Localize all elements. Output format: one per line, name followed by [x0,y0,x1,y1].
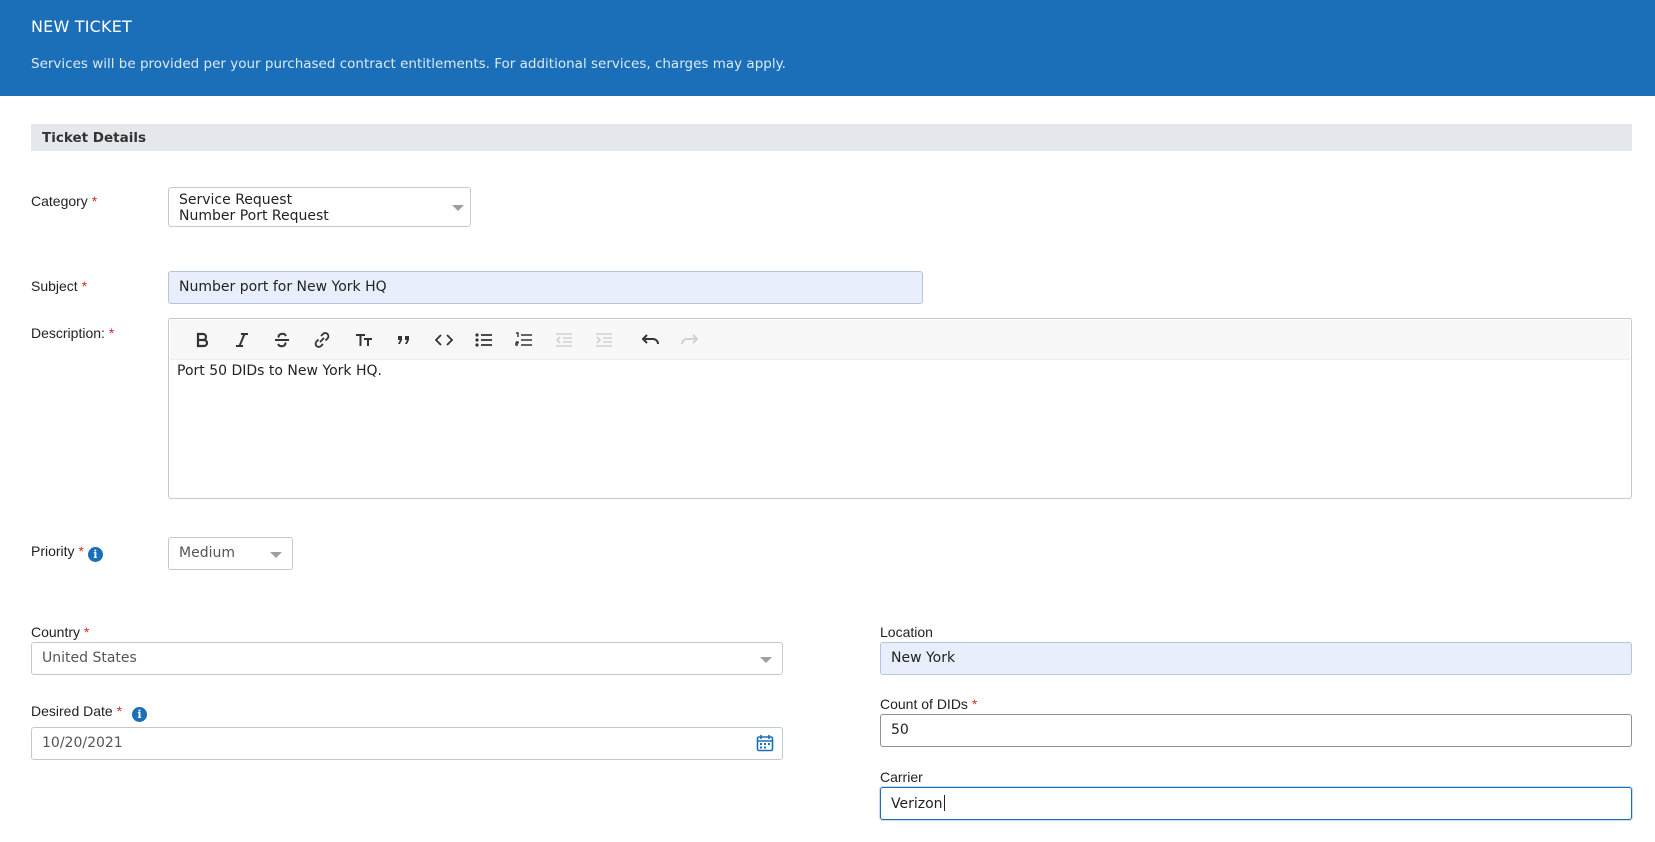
desired-date-label-text: Desired Date [31,703,113,719]
italic-icon[interactable] [229,328,255,352]
location-label: Location [880,624,933,640]
info-icon[interactable]: i [131,707,147,722]
count-dids-label: Count of DIDs * [880,696,977,712]
editor-toolbar [170,320,1630,360]
chevron-down-icon [270,552,282,558]
numbered-list-icon[interactable] [511,328,537,352]
desired-date-value: 10/20/2021 [42,735,123,751]
indent-icon [591,328,617,352]
code-icon[interactable] [431,328,457,352]
info-icon[interactable]: i [87,547,103,562]
subject-value: Number port for New York HQ [179,279,387,295]
carrier-label: Carrier [880,769,923,785]
description-value: Port 50 DIDs to New York HQ. [177,363,382,379]
required-mark: * [116,703,123,719]
page-title: NEW TICKET [31,17,133,36]
required-mark: * [108,325,115,341]
page-header: NEW TICKET Services will be provided per… [0,0,1655,96]
priority-select[interactable]: Medium [168,537,293,570]
link-icon[interactable] [309,328,335,352]
required-mark: * [83,624,90,640]
required-mark: * [78,543,84,559]
priority-value: Medium [179,545,235,561]
category-label-text: Category [31,193,88,209]
category-value-line2: Number Port Request [179,208,329,224]
desired-date-label: Desired Date * i [31,703,147,722]
bullet-list-icon[interactable] [471,328,497,352]
subject-input[interactable]: Number port for New York HQ [168,271,923,304]
page-subtitle: Services will be provided per your purch… [31,56,786,72]
text-cursor [943,795,945,811]
subject-label: Subject * [31,278,87,294]
bold-icon[interactable] [189,328,215,352]
count-dids-input[interactable]: 50 [880,714,1632,747]
required-mark: * [91,193,98,209]
location-input[interactable]: New York [880,642,1632,675]
outdent-icon [551,328,577,352]
required-mark: * [81,278,88,294]
category-label: Category * [31,193,97,209]
country-label-text: Country [31,624,81,640]
country-select[interactable]: United States [31,642,783,675]
carrier-input[interactable]: Verizon [880,787,1632,820]
chevron-down-icon [452,205,464,211]
subject-label-text: Subject [31,278,78,294]
description-label-text: Description: [31,325,105,341]
section-header-ticket-details: Ticket Details [31,124,1632,151]
carrier-value-wrap: Verizon [891,795,945,812]
required-mark: * [971,696,978,712]
location-label-text: Location [880,624,933,640]
chevron-down-icon [760,657,772,663]
category-select[interactable]: Service Request Number Port Request [168,187,471,227]
quote-icon[interactable] [391,328,417,352]
description-editor[interactable]: Port 50 DIDs to New York HQ. [168,318,1632,499]
calendar-icon[interactable] [756,734,774,752]
undo-icon[interactable] [637,328,663,352]
priority-label-text: Priority [31,543,75,559]
redo-icon [677,328,703,352]
country-label: Country * [31,624,89,640]
country-value: United States [42,650,137,666]
carrier-label-text: Carrier [880,769,923,785]
carrier-value: Verizon [891,796,943,812]
desired-date-input[interactable]: 10/20/2021 [31,727,783,760]
description-label: Description: * [31,325,114,341]
strikethrough-icon[interactable] [269,328,295,352]
priority-label: Priority * i [31,543,103,562]
count-dids-label-text: Count of DIDs [880,696,968,712]
category-value-line1: Service Request [179,192,293,208]
section-title: Ticket Details [42,130,146,146]
count-dids-value: 50 [891,722,909,738]
heading-icon[interactable] [351,328,377,352]
location-value: New York [891,650,956,666]
